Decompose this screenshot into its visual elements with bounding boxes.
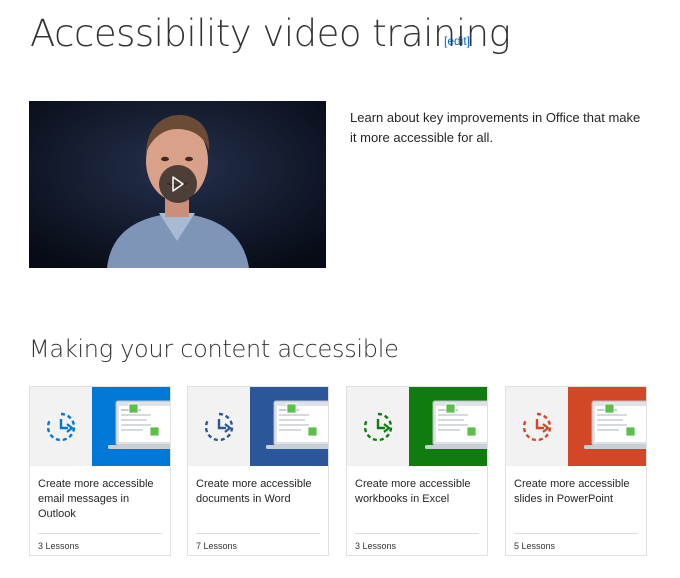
card-thumbnail [347,387,487,466]
course-card-excel[interactable]: Create more accessible workbooks in Exce… [346,386,488,556]
intro-description: Learn about key improvements in Office t… [350,110,641,145]
laptop-icon [108,400,170,449]
card-divider [38,533,162,534]
laptop-icon [584,400,646,449]
clock-arrow-icon [363,412,393,441]
app-color-panel [250,387,328,466]
card-thumbnail [506,387,646,466]
play-icon [172,176,184,192]
clock-arrow-icon [204,412,234,441]
card-title: Create more accessible workbooks in Exce… [355,478,471,505]
card-divider [196,533,320,534]
card-divider [514,533,638,534]
app-color-panel [92,387,170,466]
course-card-word[interactable]: Create more accessible documents in Word… [187,386,329,556]
edit-link[interactable]: [edit] [444,34,470,48]
card-title: Create more accessible slides in PowerPo… [514,478,630,505]
course-card-powerpoint[interactable]: Create more accessible slides in PowerPo… [505,386,647,556]
lesson-count: 7 Lessons [196,541,238,551]
clock-arrow-icon [46,412,76,441]
page-title: Accessibility video training [30,12,511,55]
card-thumbnail [188,387,328,466]
app-color-panel [409,387,487,466]
card-divider [355,533,479,534]
app-color-panel [568,387,646,466]
clock-arrow-icon [522,412,552,441]
card-title: Create more accessible documents in Word [196,478,312,505]
card-title: Create more accessible email messages in… [38,478,154,520]
lesson-count: 3 Lessons [38,541,80,551]
laptop-icon [266,400,328,449]
section-title: Making your content accessible [29,335,399,363]
play-button[interactable] [159,165,197,203]
lesson-count: 3 Lessons [355,541,397,551]
laptop-icon [425,400,487,449]
course-card-outlook[interactable]: Create more accessible email messages in… [29,386,171,556]
lesson-count: 5 Lessons [514,541,556,551]
card-thumbnail [30,387,170,466]
